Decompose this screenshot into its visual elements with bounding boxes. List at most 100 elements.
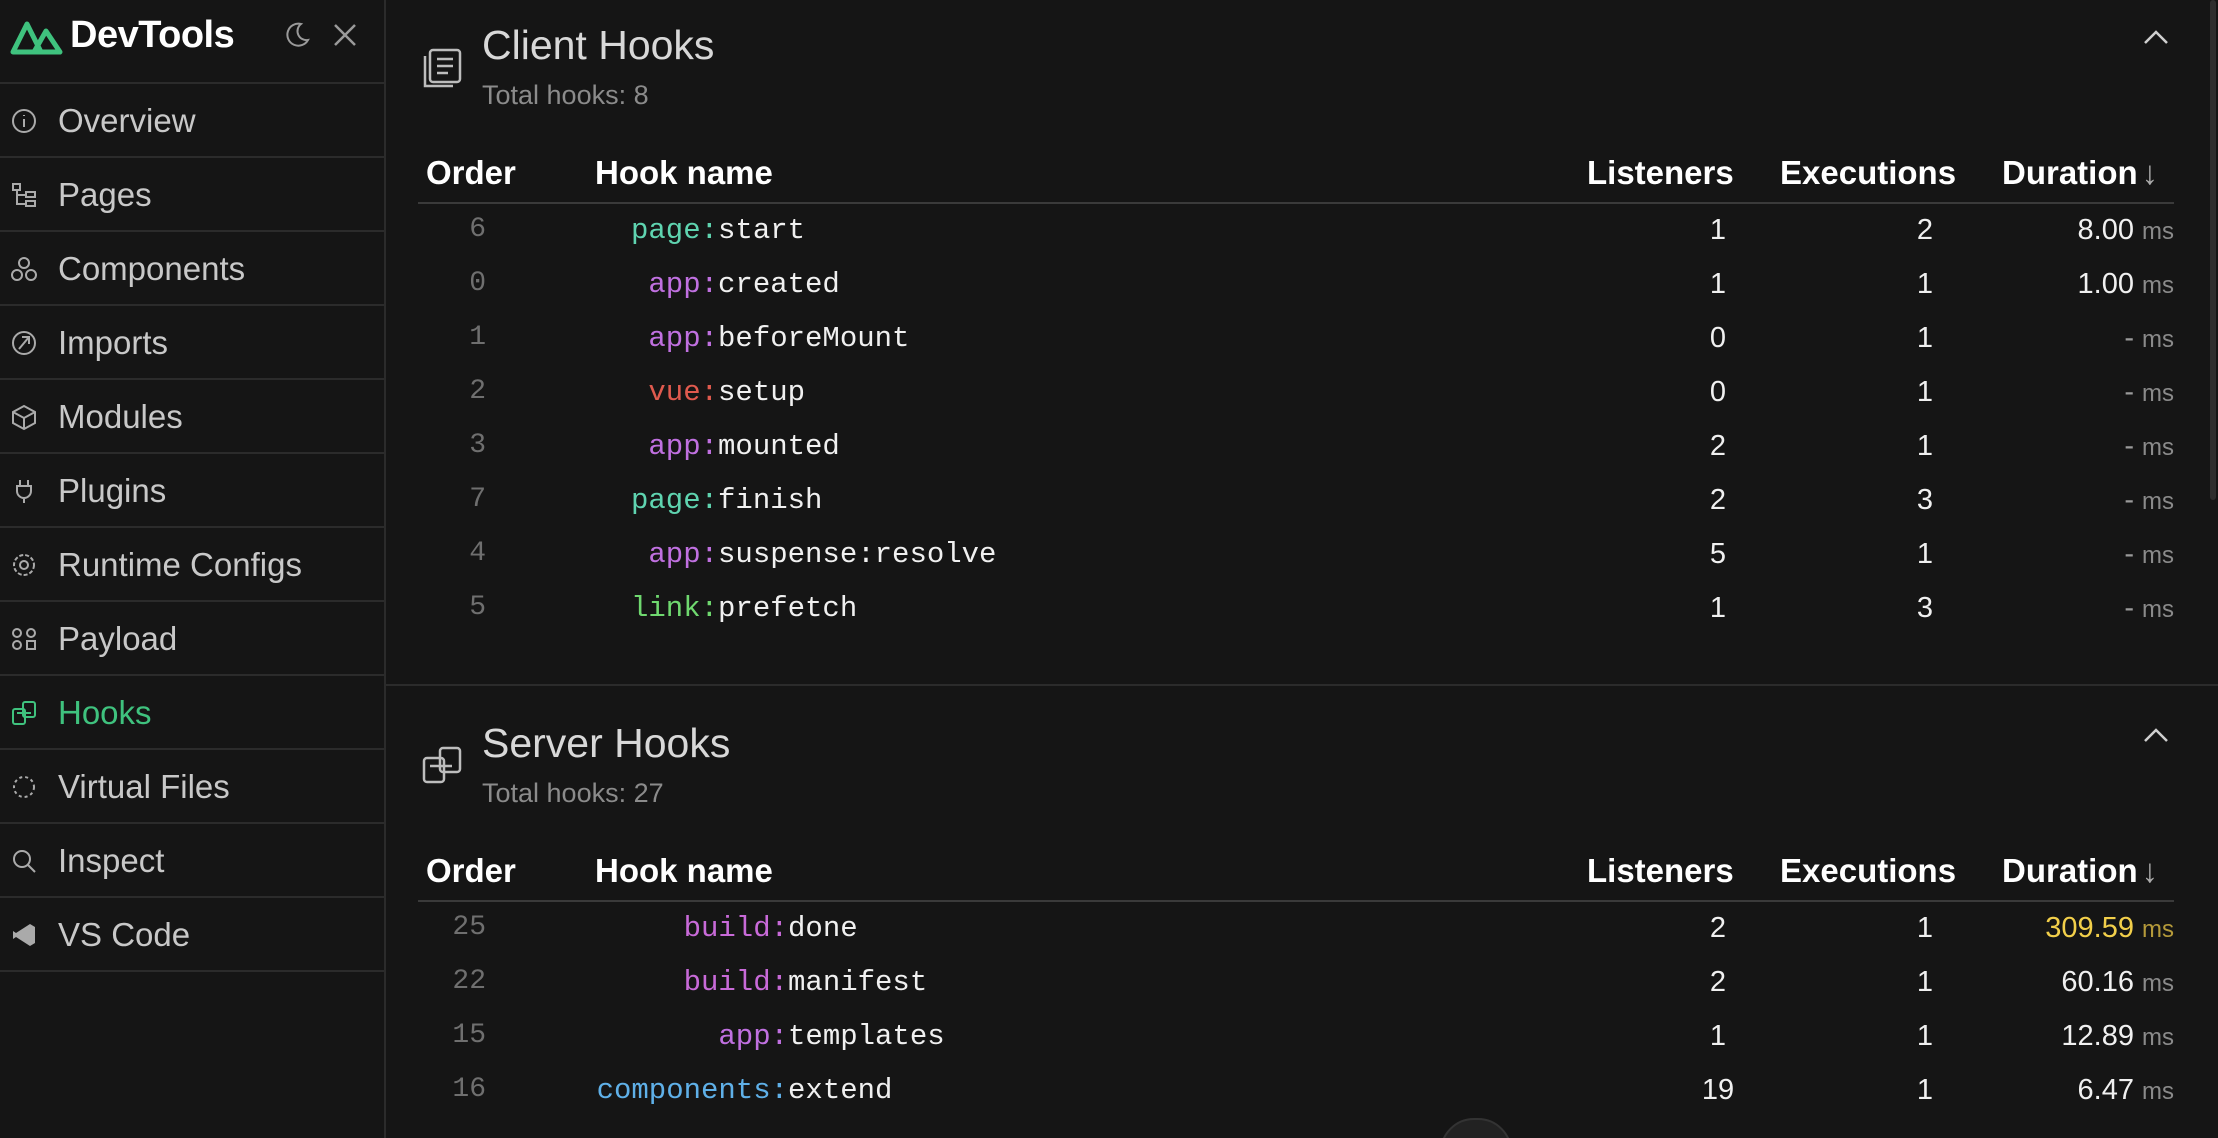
hook-listeners: 5 [1709,538,1727,570]
hook-name: app:suspense:resolve [648,538,996,571]
table-row[interactable]: 4 app:suspense:resolve 5 1 - ms [418,528,2174,582]
hook-listeners: 2 [1709,484,1727,516]
sidebar: DevTools Overview Pages Components Imports M… [0,0,386,1138]
hook-name: components:extend [597,1074,893,1107]
table-row[interactable]: 25 build:done 2 1 309.59 ms [418,902,2174,956]
vscode-icon [13,924,35,946]
hook-prefix: page: [631,214,719,247]
hook-executions: 2 [1916,214,1934,246]
table-row[interactable]: 2 vue:setup 0 1 - ms [418,366,2174,420]
column-listeners[interactable]: Listeners [1587,154,1734,192]
sidebar-item-label: Components [58,250,246,287]
sidebar-item-label: Hooks [58,694,152,731]
hook-suffix: beforeMount [718,322,910,355]
hook-executions: 1 [1916,430,1934,462]
client-hooks-section: Client Hooks Total hooks: 8 Order Hook n… [386,0,2218,684]
hook-duration: 1.00 [2077,268,2134,300]
column-hook-name[interactable]: Hook name [595,852,773,890]
table-row[interactable]: 3 app:mounted 2 1 - ms [418,420,2174,474]
hook-order: 1 [469,322,486,353]
column-order[interactable]: Order [426,154,516,192]
hook-name: app:created [648,268,839,301]
sidebar-item-virtual-files[interactable]: Virtual Files [0,750,384,824]
column-executions[interactable]: Executions [1780,154,1956,192]
table-row[interactable]: 5 link:prefetch 1 3 - ms [418,582,2174,636]
hook-order: 16 [452,1074,486,1105]
hook-listeners: 0 [1709,376,1727,408]
column-duration[interactable]: Duration ↓ [2002,154,2158,192]
main-panel: Client Hooks Total hooks: 8 Order Hook n… [386,0,2218,1138]
sidebar-item-plugins[interactable]: Plugins [0,454,384,528]
hook-prefix: build: [683,912,789,945]
server-hooks-count: Total hooks: 27 [482,778,664,808]
hook-order: 22 [452,966,486,997]
app-title: DevTools [70,14,235,56]
hook-suffix: templates [788,1020,945,1053]
hook-suffix: prefetch [718,592,858,625]
hook-prefix: components: [596,1074,789,1107]
sidebar-item-overview[interactable]: Overview [0,84,384,158]
hook-listeners: 1 [1709,1020,1727,1052]
sidebar-item-payload[interactable]: Payload [0,602,384,676]
hook-suffix: suspense:resolve [718,538,997,571]
sidebar-item-label: Plugins [58,472,167,509]
sidebar-item-label: Inspect [58,842,165,879]
server-hooks-title: Server Hooks [482,720,731,766]
table-row[interactable]: 6 page:start 1 2 8.00 ms [418,204,2174,258]
duration-unit: ms [2142,970,2174,997]
hook-prefix: vue: [648,376,719,409]
table-row[interactable]: 0 app:created 1 1 1.00 ms [418,258,2174,312]
sidebar-item-imports[interactable]: Imports [0,306,384,380]
sidebar-item-pages[interactable]: Pages [0,158,384,232]
table-row[interactable]: 22 build:manifest 2 1 60.16 ms [418,956,2174,1010]
hook-executions: 1 [1916,966,1934,998]
collapse-chevron-icon[interactable] [2142,726,2170,744]
duration-unit: ms [2142,542,2174,569]
hook-executions: 3 [1916,592,1934,624]
sidebar-item-inspect[interactable]: Inspect [0,824,384,898]
duration-unit: ms [2142,434,2174,461]
client-hooks-title: Client Hooks [482,22,715,68]
sidebar-item-runtime-configs[interactable]: Runtime Configs [0,528,384,602]
column-listeners[interactable]: Listeners [1587,852,1734,890]
column-executions[interactable]: Executions [1780,852,1956,890]
hook-prefix: page: [631,484,719,517]
sidebar-item-label: Virtual Files [58,768,230,805]
hook-executions: 1 [1916,912,1934,944]
hook-executions: 1 [1916,1020,1934,1052]
sidebar-item-vs-code[interactable]: VS Code [0,898,384,972]
duration-unit: ms [2142,272,2174,299]
payload-icon [12,628,36,650]
column-hook-name[interactable]: Hook name [595,154,773,192]
hook-order: 15 [452,1020,486,1051]
table-row[interactable]: 15 app:templates 1 1 12.89 ms [418,1010,2174,1064]
hook-duration: - [2124,430,2134,462]
hook-suffix: mounted [718,430,840,463]
hook-executions: 1 [1916,1074,1934,1106]
hook-listeners: 19 [1701,1074,1735,1106]
sidebar-item-label: Imports [58,324,169,361]
hook-duration: 6.47 [2077,1074,2134,1106]
table-row[interactable]: 7 page:finish 2 3 - ms [418,474,2174,528]
hook-suffix: finish [718,484,823,517]
column-duration[interactable]: Duration ↓ [2002,852,2158,890]
hook-order: 7 [469,484,486,515]
table-row[interactable]: 1 app:beforeMount 0 1 - ms [418,312,2174,366]
client-hooks-icon [423,48,462,88]
sidebar-item-components[interactable]: Components [0,232,384,306]
hook-name: link:prefetch [631,592,857,625]
table-row[interactable]: 16 components:extend 19 1 6.47 ms [418,1064,2174,1118]
dark-mode-icon[interactable] [282,20,312,50]
server-hooks-table-header: Order Hook name Listeners Executions Dur… [418,844,2174,902]
hook-name: app:templates [718,1020,944,1053]
imports-icon [12,331,36,355]
sidebar-item-modules[interactable]: Modules [0,380,384,454]
hook-duration: 8.00 [2077,214,2134,246]
sidebar-item-hooks[interactable]: Hooks [0,676,384,750]
collapse-chevron-icon[interactable] [2142,28,2170,46]
hook-prefix: build: [683,966,789,999]
sidebar-item-label: Pages [58,176,152,213]
hook-duration: - [2124,538,2134,570]
close-icon[interactable] [330,20,360,50]
column-order[interactable]: Order [426,852,516,890]
